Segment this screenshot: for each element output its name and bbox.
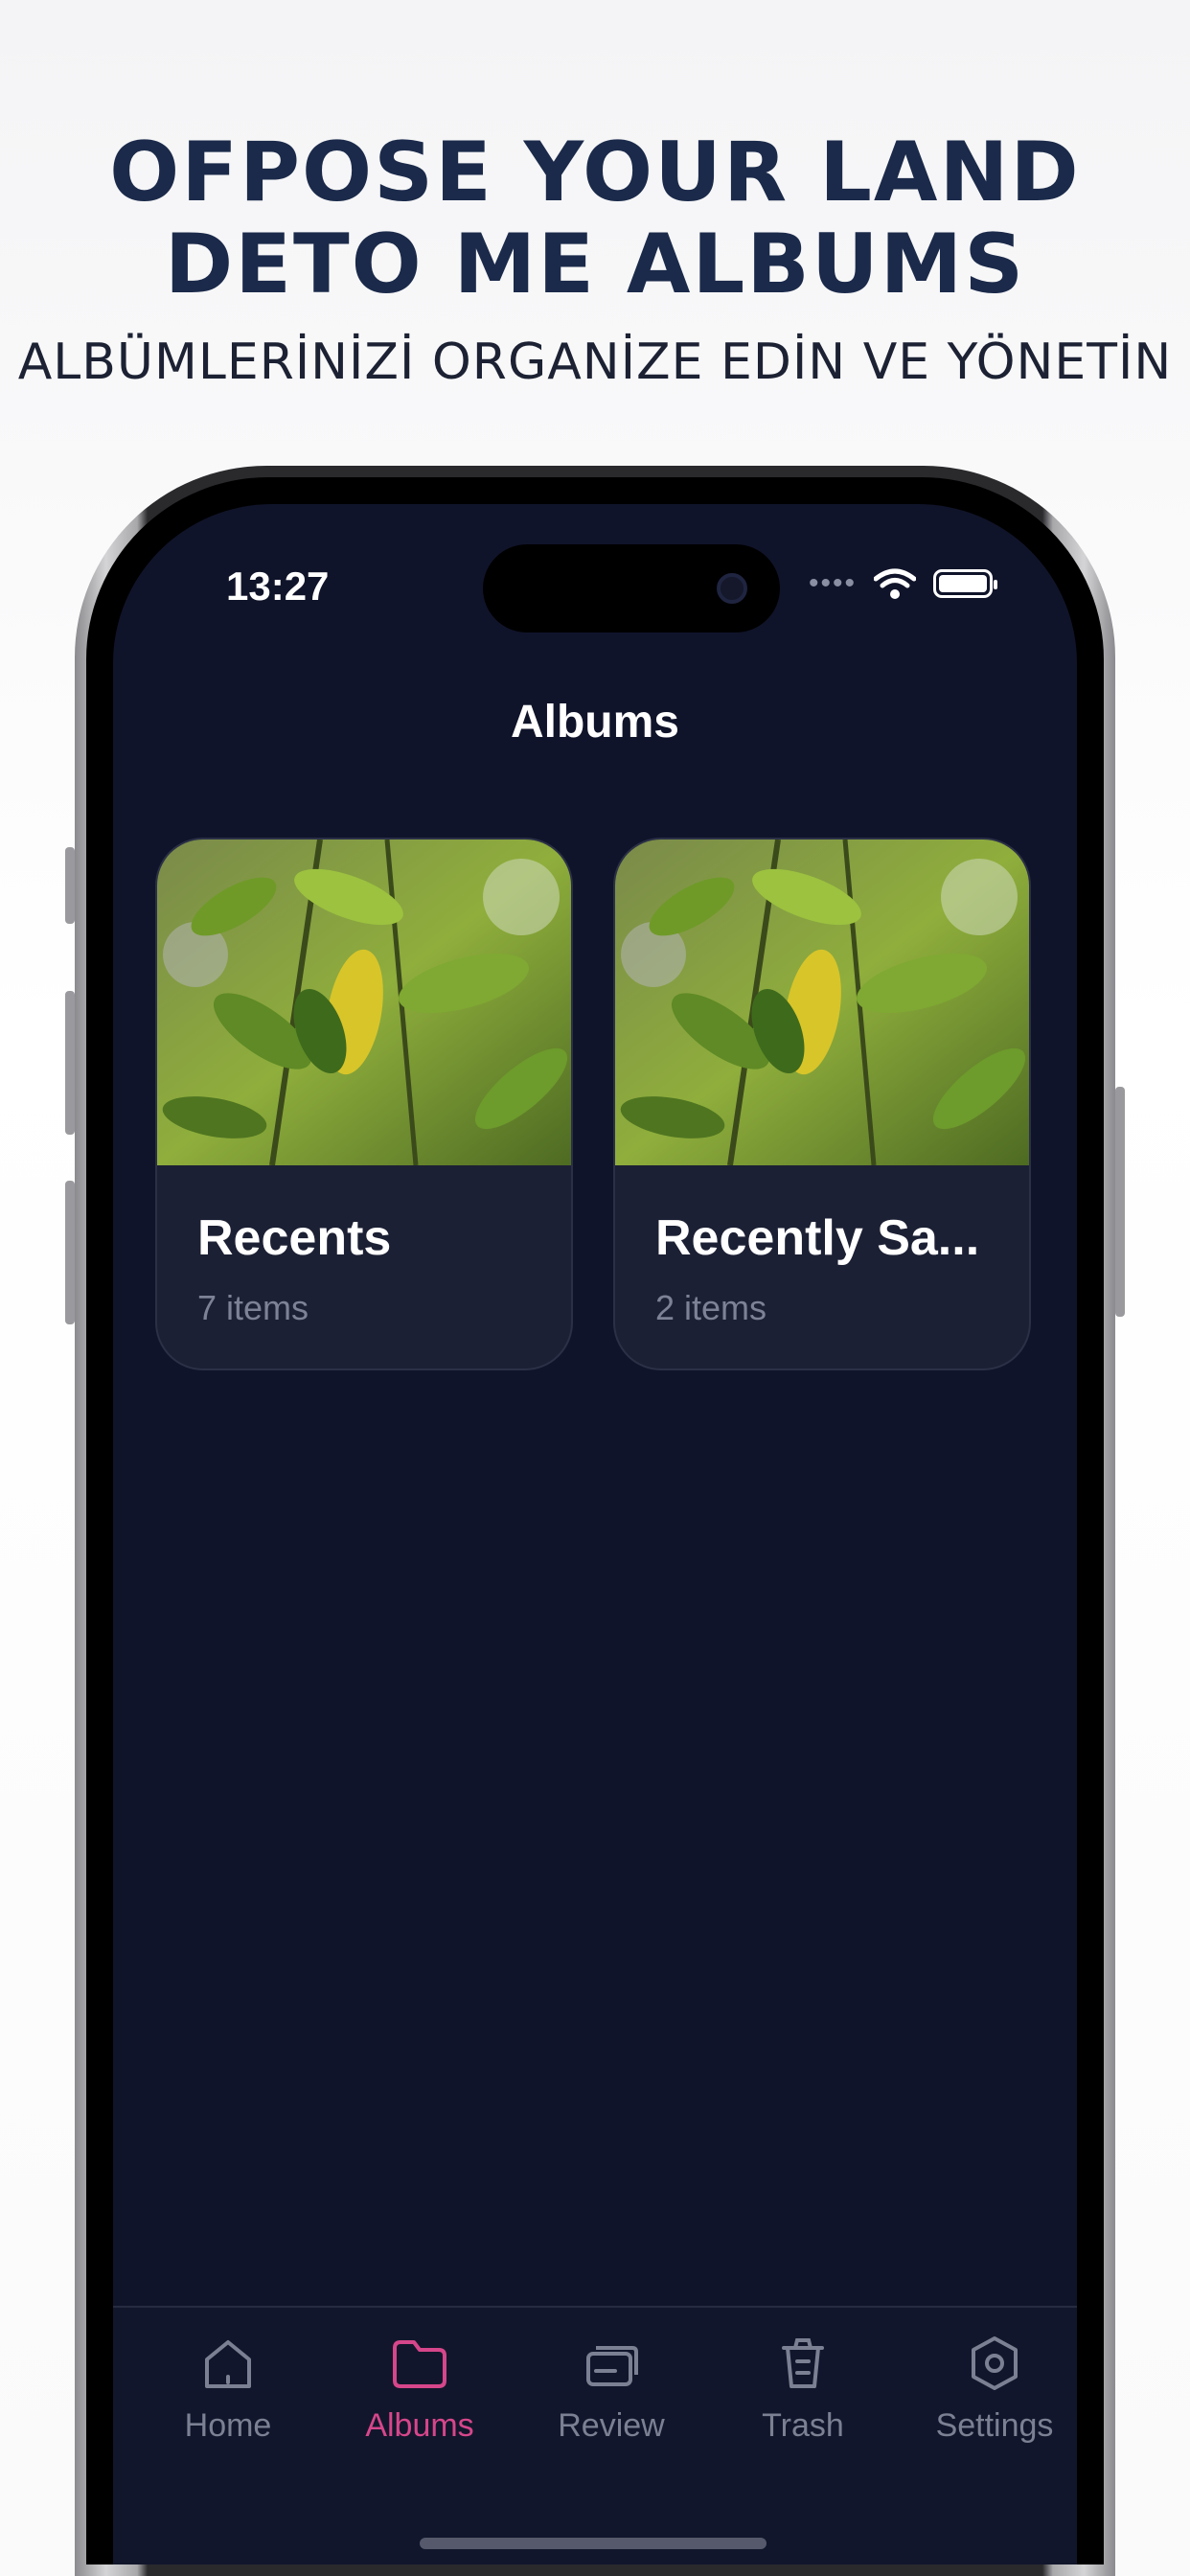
- tab-label: Trash: [762, 2407, 844, 2444]
- page-title: Albums: [510, 697, 679, 748]
- album-count: 2 items: [655, 1288, 767, 1327]
- dynamic-island: [483, 544, 780, 632]
- wifi-icon: [874, 568, 916, 599]
- leaf-photo-icon: [157, 840, 571, 1165]
- home-indicator[interactable]: [420, 2538, 767, 2549]
- power-button: [1115, 1087, 1125, 1317]
- phone-frame: 13:27 •••• Albums Recents 7 items Recent…: [75, 466, 1115, 2576]
- tab-review[interactable]: Review: [515, 2329, 707, 2445]
- album-count: 7 items: [197, 1288, 309, 1327]
- action-button: [65, 847, 75, 924]
- tab-label: Home: [184, 2407, 272, 2444]
- album-title: Recents: [197, 1210, 392, 1266]
- tab-bar: Home Albums Review Trash Settings: [113, 2306, 1077, 2564]
- status-indicators: ••••: [808, 567, 997, 600]
- album-card-recents[interactable]: Recents 7 items: [155, 838, 573, 1370]
- tab-home[interactable]: Home: [132, 2329, 324, 2445]
- status-time: 13:27: [226, 564, 330, 609]
- headline-line-1: OFPOSE YOUR LAND: [109, 125, 1081, 220]
- album-thumbnail: [157, 840, 571, 1165]
- tab-settings[interactable]: Settings: [899, 2329, 1077, 2445]
- app-screen: 13:27 •••• Albums Recents 7 items Recent…: [113, 504, 1077, 2564]
- phone-bezel: 13:27 •••• Albums Recents 7 items Recent…: [86, 477, 1104, 2564]
- tab-trash[interactable]: Trash: [707, 2329, 899, 2445]
- volume-down-button: [65, 1181, 75, 1324]
- tab-albums[interactable]: Albums: [324, 2329, 515, 2445]
- headline-line-2: DETO ME ALBUMS: [164, 217, 1026, 312]
- folder-icon: [393, 2340, 446, 2388]
- battery-icon: [933, 569, 997, 598]
- tab-label: Review: [558, 2407, 665, 2444]
- marketing-subheadline: ALBÜMLERİNİZİ ORGANİZE EDİN VE YÖNETİN: [17, 334, 1173, 391]
- album-title: Recently Sa...: [655, 1210, 980, 1266]
- marketing-headline: OFPOSE YOUR LAND DETO ME ALBUMS: [0, 126, 1190, 310]
- cards-icon: [586, 2346, 638, 2386]
- gear-icon: [972, 2336, 1018, 2390]
- trash-icon: [782, 2338, 824, 2388]
- volume-up-button: [65, 991, 75, 1135]
- album-thumbnail: [615, 840, 1029, 1165]
- tab-label: Settings: [935, 2407, 1054, 2444]
- tab-label: Albums: [365, 2407, 474, 2444]
- leaf-photo-icon: [615, 840, 1029, 1165]
- front-camera: [717, 573, 747, 604]
- signal-dots-icon: ••••: [808, 567, 857, 599]
- album-card-recently-saved[interactable]: Recently Sa... 2 items: [613, 838, 1031, 1370]
- home-icon: [205, 2340, 251, 2388]
